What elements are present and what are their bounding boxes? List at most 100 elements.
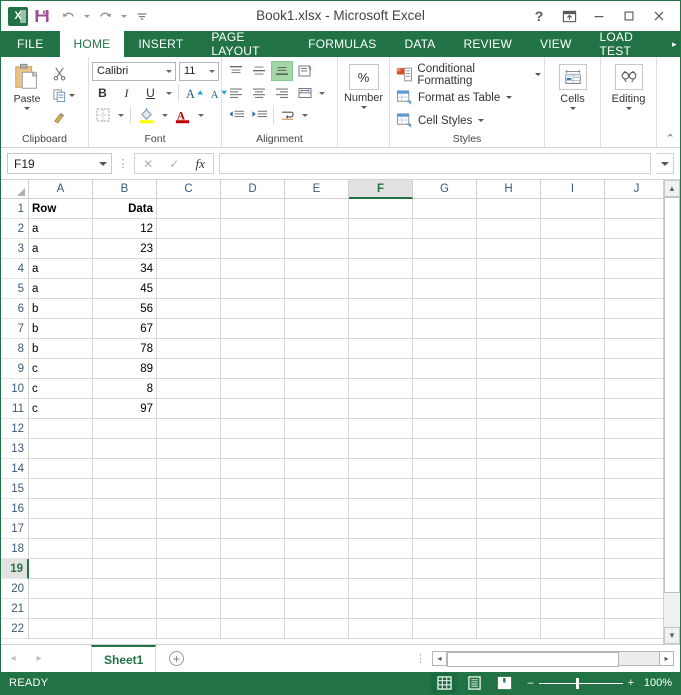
cell-H3[interactable] bbox=[477, 239, 541, 259]
horizontal-scroll-thumb[interactable] bbox=[447, 652, 619, 667]
format-as-table-dropdown-icon[interactable] bbox=[506, 96, 512, 99]
cell-A15[interactable] bbox=[29, 479, 93, 499]
redo-dropdown-icon[interactable] bbox=[119, 4, 128, 28]
cell-F17[interactable] bbox=[349, 519, 413, 539]
row-header-1[interactable]: 1 bbox=[1, 199, 29, 219]
horizontal-scroll-track[interactable] bbox=[447, 651, 659, 666]
cell-H9[interactable] bbox=[477, 359, 541, 379]
cell-G12[interactable] bbox=[413, 419, 477, 439]
cell-E20[interactable] bbox=[285, 579, 349, 599]
cell-G6[interactable] bbox=[413, 299, 477, 319]
cell-F18[interactable] bbox=[349, 539, 413, 559]
cell-H10[interactable] bbox=[477, 379, 541, 399]
cell-A4[interactable]: a bbox=[29, 259, 93, 279]
cell-G14[interactable] bbox=[413, 459, 477, 479]
row-header-2[interactable]: 2 bbox=[1, 219, 29, 239]
merge-and-center-button[interactable] bbox=[294, 83, 316, 103]
cell-C2[interactable] bbox=[157, 219, 221, 239]
cell-J19[interactable] bbox=[605, 559, 663, 579]
cell-J2[interactable] bbox=[605, 219, 663, 239]
select-all-button[interactable] bbox=[1, 180, 29, 199]
cell-A12[interactable] bbox=[29, 419, 93, 439]
ribbon-display-options-button[interactable] bbox=[554, 3, 584, 29]
cell-H11[interactable] bbox=[477, 399, 541, 419]
format-painter-button[interactable] bbox=[50, 106, 77, 128]
cell-C21[interactable] bbox=[157, 599, 221, 619]
cell-H14[interactable] bbox=[477, 459, 541, 479]
cell-H8[interactable] bbox=[477, 339, 541, 359]
cell-styles-dropdown-icon[interactable] bbox=[478, 119, 484, 122]
cell-F6[interactable] bbox=[349, 299, 413, 319]
cell-G18[interactable] bbox=[413, 539, 477, 559]
cell-J6[interactable] bbox=[605, 299, 663, 319]
cell-F19[interactable] bbox=[349, 559, 413, 579]
cell-J22[interactable] bbox=[605, 619, 663, 639]
cell-D21[interactable] bbox=[221, 599, 285, 619]
scroll-down-button[interactable]: ▼ bbox=[664, 627, 680, 644]
cell-F20[interactable] bbox=[349, 579, 413, 599]
cell-C8[interactable] bbox=[157, 339, 221, 359]
cell-C3[interactable] bbox=[157, 239, 221, 259]
row-header-12[interactable]: 12 bbox=[1, 419, 29, 439]
cell-styles-button[interactable]: Cell Styles bbox=[393, 109, 484, 132]
editing-button[interactable]: Editing bbox=[604, 60, 653, 110]
cell-H18[interactable] bbox=[477, 539, 541, 559]
tab-file[interactable]: FILE bbox=[1, 31, 60, 57]
copy-dropdown-icon[interactable] bbox=[69, 94, 75, 97]
cell-C7[interactable] bbox=[157, 319, 221, 339]
cell-G7[interactable] bbox=[413, 319, 477, 339]
cell-J15[interactable] bbox=[605, 479, 663, 499]
cell-J18[interactable] bbox=[605, 539, 663, 559]
align-right-button[interactable] bbox=[271, 83, 293, 103]
cell-H12[interactable] bbox=[477, 419, 541, 439]
row-header-18[interactable]: 18 bbox=[1, 539, 29, 559]
row-header-3[interactable]: 3 bbox=[1, 239, 29, 259]
cell-D15[interactable] bbox=[221, 479, 285, 499]
column-header-e[interactable]: E bbox=[285, 180, 349, 199]
underline-dropdown-icon[interactable] bbox=[164, 83, 173, 103]
cell-E19[interactable] bbox=[285, 559, 349, 579]
cell-E22[interactable] bbox=[285, 619, 349, 639]
cell-H5[interactable] bbox=[477, 279, 541, 299]
vertical-scroll-track[interactable] bbox=[664, 197, 680, 627]
name-box-chevron-down-icon[interactable] bbox=[95, 162, 111, 166]
cell-I8[interactable] bbox=[541, 339, 605, 359]
undo-dropdown-icon[interactable] bbox=[82, 4, 91, 28]
cell-E18[interactable] bbox=[285, 539, 349, 559]
cell-C13[interactable] bbox=[157, 439, 221, 459]
cell-E15[interactable] bbox=[285, 479, 349, 499]
cell-D10[interactable] bbox=[221, 379, 285, 399]
cell-B1[interactable]: Data bbox=[93, 199, 157, 219]
align-center-button[interactable] bbox=[248, 83, 270, 103]
vertical-scrollbar[interactable]: ▲ ▼ bbox=[663, 180, 680, 644]
cell-H19[interactable] bbox=[477, 559, 541, 579]
align-left-button[interactable] bbox=[225, 83, 247, 103]
row-header-6[interactable]: 6 bbox=[1, 299, 29, 319]
cell-A22[interactable] bbox=[29, 619, 93, 639]
cell-G4[interactable] bbox=[413, 259, 477, 279]
row-header-10[interactable]: 10 bbox=[1, 379, 29, 399]
row-header-17[interactable]: 17 bbox=[1, 519, 29, 539]
percent-style-button[interactable]: % bbox=[349, 64, 379, 90]
cell-C9[interactable] bbox=[157, 359, 221, 379]
maximize-button[interactable] bbox=[614, 3, 644, 29]
cell-F1[interactable] bbox=[349, 199, 413, 219]
cell-G21[interactable] bbox=[413, 599, 477, 619]
row-header-20[interactable]: 20 bbox=[1, 579, 29, 599]
minimize-button[interactable] bbox=[584, 3, 614, 29]
cell-G11[interactable] bbox=[413, 399, 477, 419]
help-button[interactable]: ? bbox=[524, 3, 554, 29]
cell-B17[interactable] bbox=[93, 519, 157, 539]
zoom-handle[interactable] bbox=[576, 678, 579, 689]
vertical-scroll-thumb[interactable] bbox=[664, 197, 680, 593]
cell-J3[interactable] bbox=[605, 239, 663, 259]
cell-A17[interactable] bbox=[29, 519, 93, 539]
cell-G8[interactable] bbox=[413, 339, 477, 359]
cell-H4[interactable] bbox=[477, 259, 541, 279]
cell-B18[interactable] bbox=[93, 539, 157, 559]
cell-A18[interactable] bbox=[29, 539, 93, 559]
cell-E11[interactable] bbox=[285, 399, 349, 419]
cell-H22[interactable] bbox=[477, 619, 541, 639]
cell-D3[interactable] bbox=[221, 239, 285, 259]
cell-J5[interactable] bbox=[605, 279, 663, 299]
